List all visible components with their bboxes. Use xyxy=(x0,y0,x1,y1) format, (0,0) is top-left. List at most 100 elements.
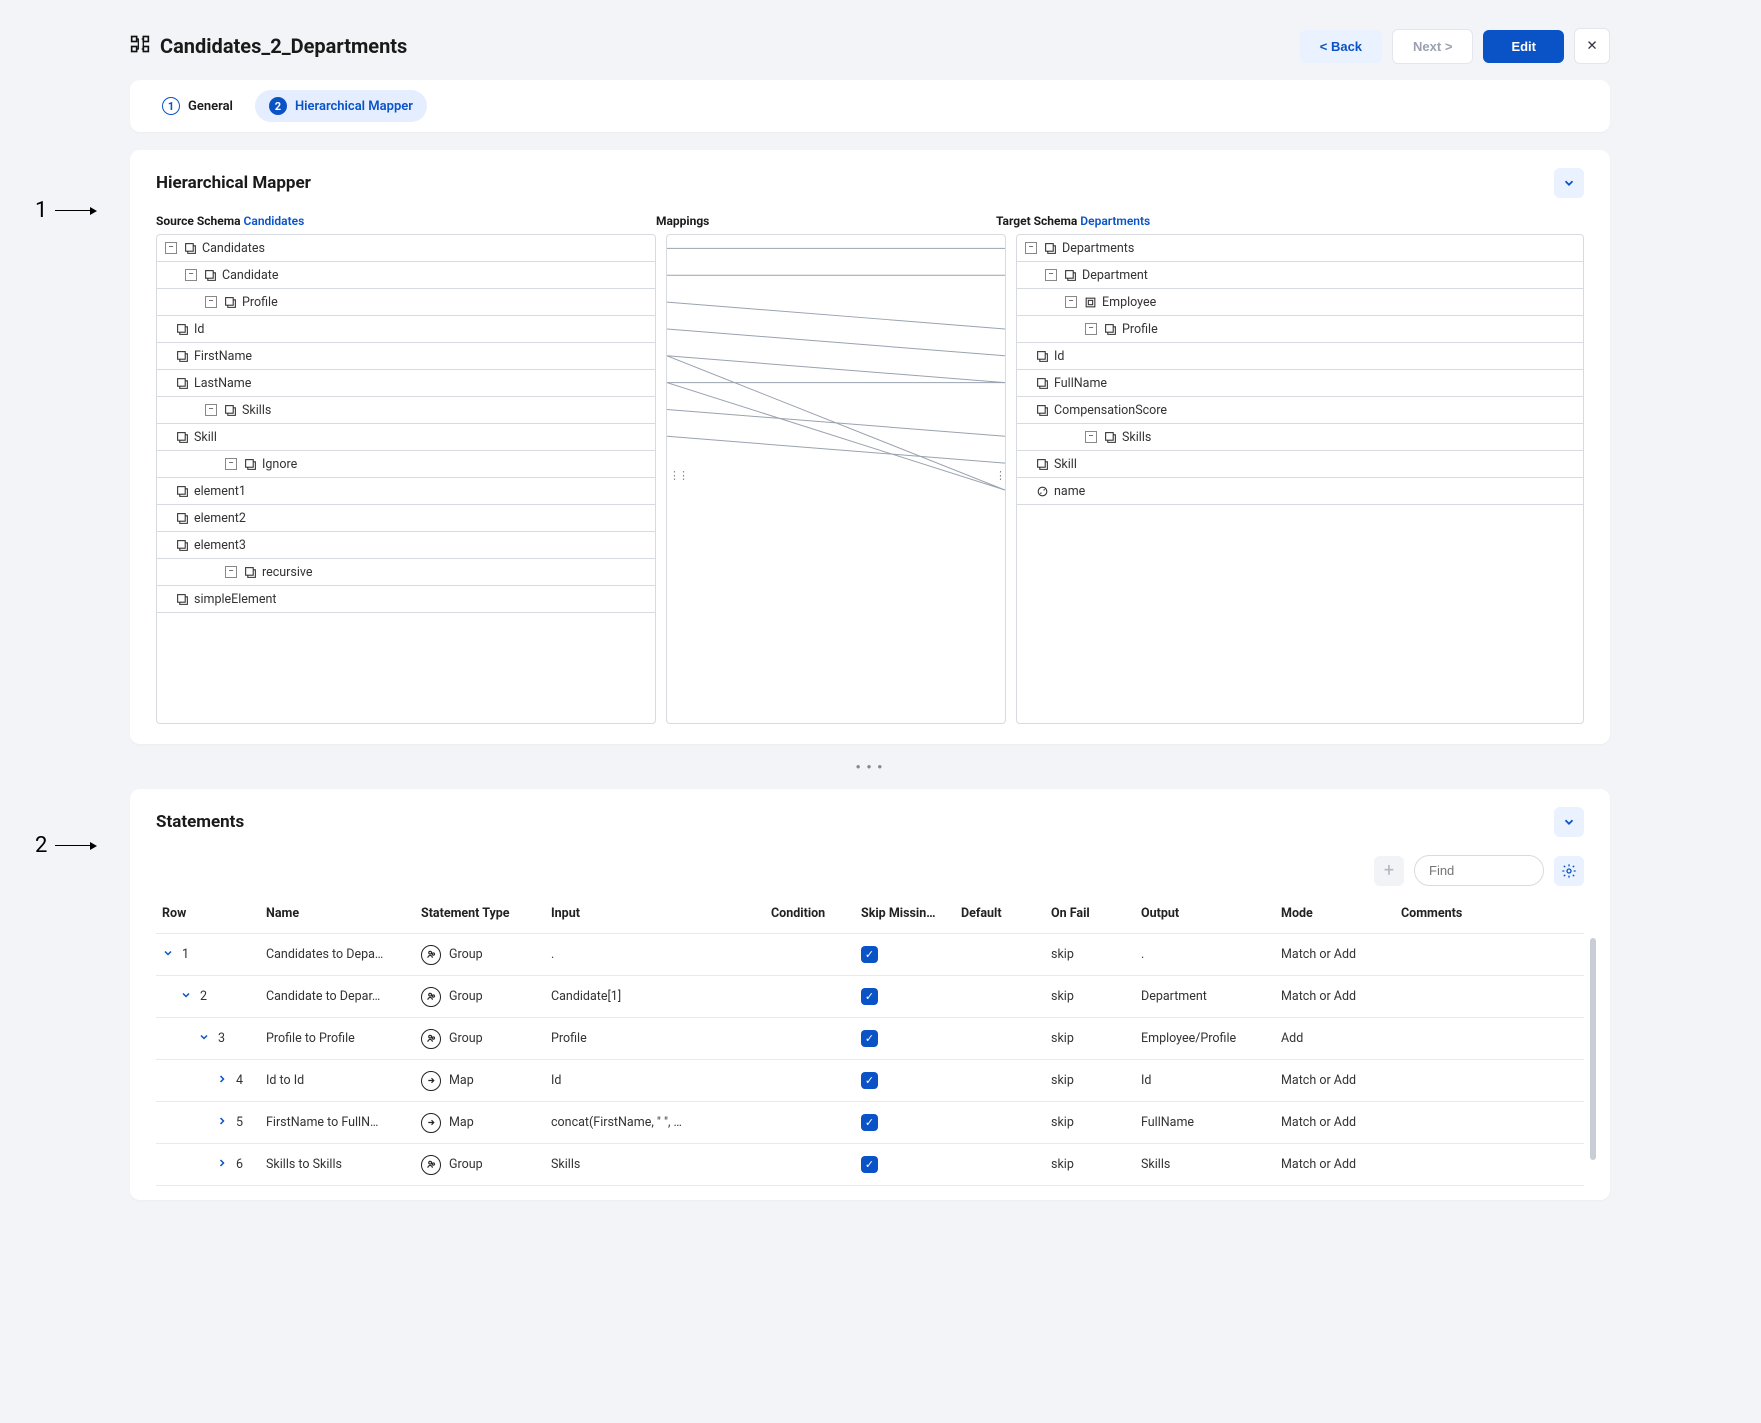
column-header-input[interactable]: Input xyxy=(551,906,771,921)
tree-expander-icon[interactable]: − xyxy=(1085,323,1097,335)
tree-expander-icon[interactable]: − xyxy=(1025,242,1037,254)
tree-expander-icon[interactable]: − xyxy=(1045,269,1057,281)
right-drag-handle-icon[interactable]: ⋮⋮ xyxy=(995,472,1003,486)
column-header-skip-missing[interactable]: Skip Missin… xyxy=(861,906,961,921)
skip-missing-checkbox[interactable]: ✓ xyxy=(861,1072,878,1089)
tree-node-icon xyxy=(1035,457,1049,471)
tree-node[interactable]: FullName xyxy=(1017,370,1583,397)
column-header-comments[interactable]: Comments xyxy=(1401,906,1481,921)
tree-node[interactable]: Id xyxy=(1017,343,1583,370)
column-header-output[interactable]: Output xyxy=(1141,906,1281,921)
mapping-line[interactable] xyxy=(667,302,1005,329)
tree-node[interactable]: simpleElement xyxy=(157,586,655,613)
expand-chevron-icon[interactable] xyxy=(216,1157,230,1173)
tree-node[interactable]: element2 xyxy=(157,505,655,532)
find-statements-input[interactable] xyxy=(1414,855,1544,886)
tree-node[interactable]: −Candidates xyxy=(157,235,655,262)
expand-chevron-icon[interactable] xyxy=(162,947,176,963)
tree-expander-icon[interactable]: − xyxy=(205,404,217,416)
skip-missing-checkbox[interactable]: ✓ xyxy=(861,988,878,1005)
skip-missing-checkbox[interactable]: ✓ xyxy=(861,946,878,963)
tree-node[interactable]: − Candidate xyxy=(157,262,655,289)
source-tree-panel[interactable]: −Candidates−Candidate−ProfileIdFirstName… xyxy=(156,234,656,724)
statements-scrollbar[interactable] xyxy=(1590,938,1596,1160)
skip-missing-checkbox[interactable]: ✓ xyxy=(861,1156,878,1173)
tree-node[interactable]: −Skills xyxy=(157,397,655,424)
target-tree-panel[interactable]: −Departments−Department−Employee−Profile… xyxy=(1016,234,1584,724)
tree-node[interactable]: −Department xyxy=(1017,262,1583,289)
mapping-line[interactable] xyxy=(667,409,1005,436)
expand-chevron-icon[interactable] xyxy=(198,1031,212,1047)
tab-general[interactable]: 1General xyxy=(148,90,247,122)
column-header-type[interactable]: Statement Type xyxy=(421,906,551,921)
tree-node[interactable]: FirstName xyxy=(157,343,655,370)
source-schema-link[interactable]: Candidates xyxy=(244,214,305,228)
edit-button[interactable]: Edit xyxy=(1483,30,1564,63)
tree-node[interactable]: −Departments xyxy=(1017,235,1583,262)
tree-node-icon xyxy=(1103,322,1117,336)
statement-on-fail: skip xyxy=(1051,1157,1141,1172)
tree-node-label: FirstName xyxy=(194,349,252,364)
column-header-mode[interactable]: Mode xyxy=(1281,906,1401,921)
tree-expander-icon[interactable]: − xyxy=(205,296,217,308)
skip-missing-checkbox[interactable]: ✓ xyxy=(861,1030,878,1047)
tab-hierarchical-mapper[interactable]: 2 Hierarchical Mapper xyxy=(255,90,427,122)
next-button[interactable]: Next > xyxy=(1392,29,1473,64)
statement-row[interactable]: 4Id to IdMapId✓skipIdMatch or Add xyxy=(156,1060,1584,1102)
tree-node[interactable]: −Profile xyxy=(157,289,655,316)
tree-node[interactable]: LastName xyxy=(157,370,655,397)
tree-node[interactable]: Id xyxy=(157,316,655,343)
column-header-condition[interactable]: Condition xyxy=(771,906,861,921)
mapping-line[interactable] xyxy=(667,436,1005,463)
tree-expander-icon[interactable]: − xyxy=(1085,431,1097,443)
tree-node[interactable]: element1 xyxy=(157,478,655,505)
statement-row[interactable]: 2Candidate to Depar…GroupCandidate[1]✓sk… xyxy=(156,976,1584,1018)
back-button[interactable]: < Back xyxy=(1300,30,1382,63)
mapping-line[interactable] xyxy=(667,356,1005,383)
expand-chevron-icon[interactable] xyxy=(180,989,194,1005)
statement-row[interactable]: 6Skills to SkillsGroupSkills✓skipSkillsM… xyxy=(156,1144,1584,1186)
table-settings-button[interactable] xyxy=(1554,856,1584,886)
tree-node[interactable]: −Skills xyxy=(1017,424,1583,451)
collapse-statements-button[interactable] xyxy=(1554,807,1584,837)
statement-row[interactable]: 1Candidates to Depa…Group.✓skip.Match or… xyxy=(156,934,1584,976)
statement-type-label: Map xyxy=(449,1073,474,1088)
column-header-on-fail[interactable]: On Fail xyxy=(1051,906,1141,921)
tab-number: 2 xyxy=(269,97,287,115)
tree-node-label: Candidate xyxy=(222,268,279,283)
tree-node[interactable]: −Ignore xyxy=(157,451,655,478)
target-schema-link[interactable]: Departments xyxy=(1080,214,1150,228)
statement-row[interactable]: 5FirstName to FullN…Mapconcat(FirstName,… xyxy=(156,1102,1584,1144)
tree-node[interactable]: name xyxy=(1017,478,1583,505)
mapping-line[interactable] xyxy=(667,329,1005,356)
tree-node[interactable]: −Employee xyxy=(1017,289,1583,316)
tree-expander-icon[interactable]: − xyxy=(225,566,237,578)
tree-node[interactable]: Skill xyxy=(157,424,655,451)
tree-node[interactable]: Skill xyxy=(1017,451,1583,478)
tree-node[interactable]: −recursive xyxy=(157,559,655,586)
column-header-name[interactable]: Name xyxy=(266,906,421,921)
add-statement-button[interactable]: + xyxy=(1374,856,1404,886)
close-button[interactable]: ✕ xyxy=(1574,28,1610,64)
tree-expander-icon[interactable]: − xyxy=(225,458,237,470)
tree-expander-icon[interactable]: − xyxy=(185,269,197,281)
tree-expander-icon[interactable]: − xyxy=(1065,296,1077,308)
expand-chevron-icon[interactable] xyxy=(216,1115,230,1131)
tree-node[interactable]: CompensationScore xyxy=(1017,397,1583,424)
left-drag-handle-icon[interactable]: ⋮⋮ xyxy=(669,472,677,486)
tree-node[interactable]: −Profile xyxy=(1017,316,1583,343)
tree-node-icon xyxy=(175,349,189,363)
mappings-panel[interactable]: ⋮⋮ ⋮⋮ xyxy=(666,234,1006,724)
column-header-default[interactable]: Default xyxy=(961,906,1051,921)
statements-table-header: Row Name Statement Type Input Condition … xyxy=(156,894,1584,934)
panel-separator[interactable]: ● ● ● xyxy=(130,762,1610,771)
tree-node[interactable]: element3 xyxy=(157,532,655,559)
mapping-line[interactable] xyxy=(667,383,1005,490)
column-header-row[interactable]: Row xyxy=(156,906,266,921)
tab-label: Hierarchical Mapper xyxy=(295,99,413,114)
tree-expander-icon[interactable]: − xyxy=(165,242,177,254)
statement-row[interactable]: 3Profile to ProfileGroupProfile✓skipEmpl… xyxy=(156,1018,1584,1060)
expand-chevron-icon[interactable] xyxy=(216,1073,230,1089)
skip-missing-checkbox[interactable]: ✓ xyxy=(861,1114,878,1131)
collapse-mapper-button[interactable] xyxy=(1554,168,1584,198)
